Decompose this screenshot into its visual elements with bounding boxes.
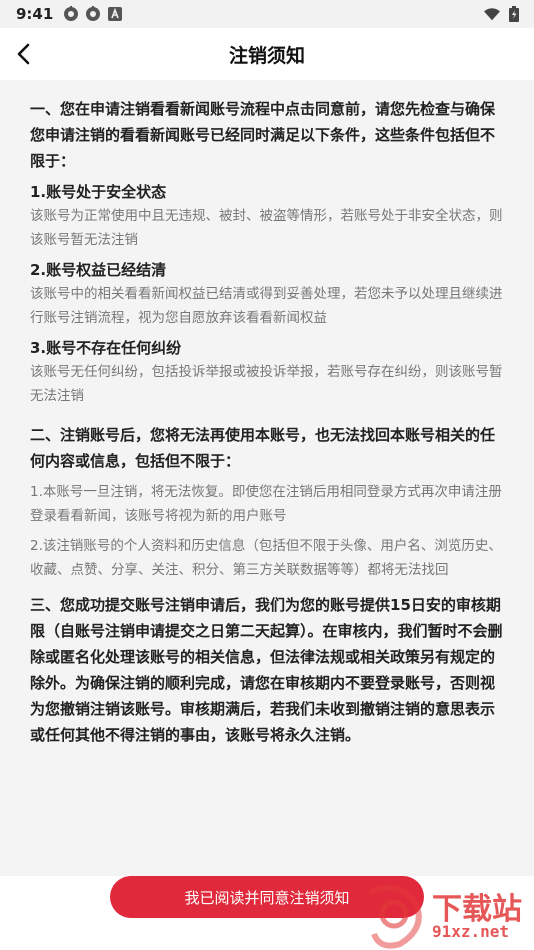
condition-title: 1.账号处于安全状态 — [30, 183, 167, 201]
condition-item: 3.账号不存在任何纠纷 该账号无任何纠纷，包括投诉举报或被投诉举报，若账号存在纠… — [30, 336, 506, 408]
condition-title: 2.账号权益已经结清 — [30, 261, 167, 279]
nav-bar: 注销须知 — [0, 28, 534, 80]
watermark: 下载站 91xz.net — [360, 884, 534, 950]
status-time: 9:41 — [16, 5, 54, 23]
a-icon — [107, 6, 123, 22]
watermark-logo-icon — [368, 885, 422, 949]
condition-item: 2.账号权益已经结清 该账号中的相关看看新闻权益已结清或得到妥善处理，若您未予以… — [30, 258, 506, 330]
page-title: 注销须知 — [228, 44, 305, 67]
section2-item: 1.本账号一旦注销，将无法恢复。即使您在注销后用相同登录方式再次申请注册登录看看… — [30, 484, 502, 524]
chevron-left-icon — [17, 43, 30, 65]
settings-gear-icon — [85, 6, 101, 22]
status-icons-right — [484, 6, 522, 22]
section2-title: 二、注销账号后，您将无法再使用本账号，也无法找回本账号相关的任何内容或信息，包括… — [30, 426, 496, 470]
condition-desc: 该账号为正常使用中且无违规、被封、被盗等情形，若账号处于非安全状态，则该账号暂无… — [30, 208, 503, 248]
back-button[interactable] — [10, 40, 38, 68]
condition-desc: 该账号中的相关看看新闻权益已结清或得到妥善处理，若您未予以处理且继续进行账号注销… — [30, 286, 503, 326]
condition-title: 3.账号不存在任何纠纷 — [30, 339, 182, 357]
status-icons-left — [63, 6, 123, 22]
intro-paragraph: 一、您在申请注销看看新闻账号流程中点击同意前，请您先检查与确保您申请注销的看看新… — [30, 100, 496, 170]
wifi-icon — [484, 6, 500, 22]
condition-item: 1.账号处于安全状态 该账号为正常使用中且无违规、被封、被盗等情形，若账号处于非… — [30, 180, 506, 252]
settings-gear-icon — [63, 6, 79, 22]
status-bar: 9:41 — [0, 0, 534, 28]
battery-icon — [506, 6, 522, 22]
section2-item: 2.该注销账号的个人资料和历史信息（包括但不限于头像、用户名、浏览历史、收藏、点… — [30, 538, 502, 578]
watermark-url: 91xz.net — [432, 922, 510, 941]
notice-content[interactable]: 一、您在申请注销看看新闻账号流程中点击同意前，请您先检查与确保您申请注销的看看新… — [0, 80, 534, 876]
section3-paragraph: 三、您成功提交账号注销申请后，我们为您的账号提供15日安的审核期限（自账号注销申… — [30, 596, 503, 744]
condition-desc: 该账号无任何纠纷，包括投诉举报或被投诉举报，若账号存在纠纷，则该账号暂无法注销 — [30, 364, 503, 404]
